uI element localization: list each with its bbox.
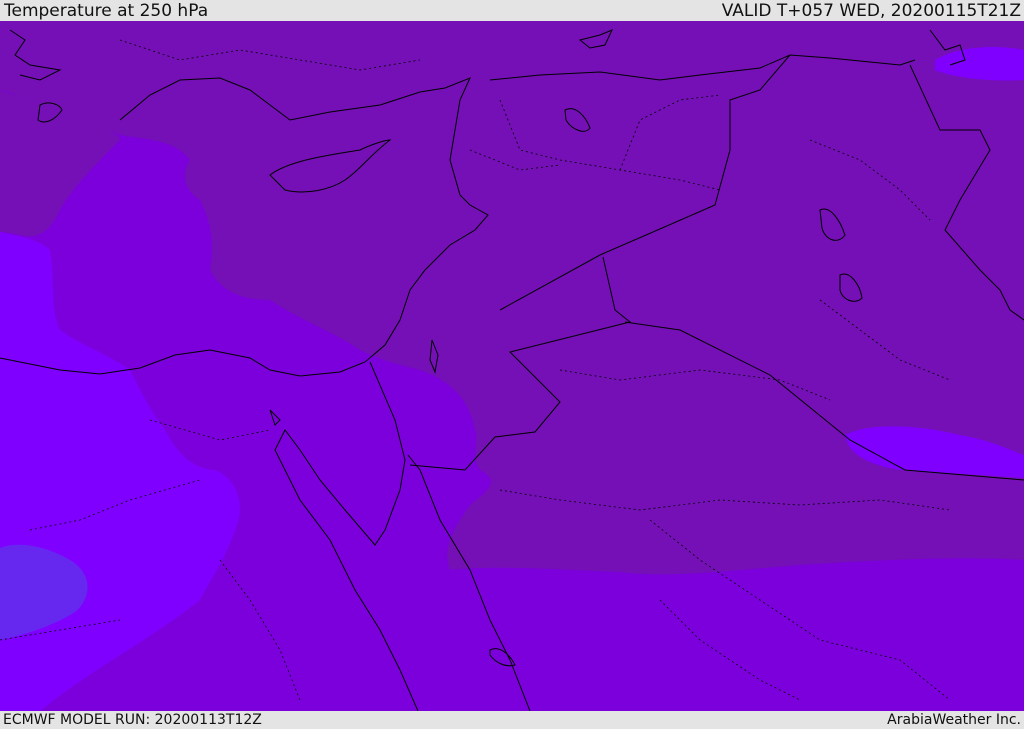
credit: ArabiaWeather Inc.: [887, 712, 1021, 728]
map-canvas: [0, 21, 1024, 711]
band-light-south: [450, 558, 1024, 711]
weather-map[interactable]: [0, 21, 1024, 711]
top-bar: Temperature at 250 hPa VALID T+057 WED, …: [0, 0, 1024, 21]
bottom-bar: ECMWF MODEL RUN: 20200113T12Z ArabiaWeat…: [0, 711, 1024, 729]
model-run: ECMWF MODEL RUN: 20200113T12Z: [3, 712, 262, 728]
valid-time: VALID T+057 WED, 20200115T21Z: [721, 0, 1021, 21]
map-title: Temperature at 250 hPa: [4, 0, 209, 21]
